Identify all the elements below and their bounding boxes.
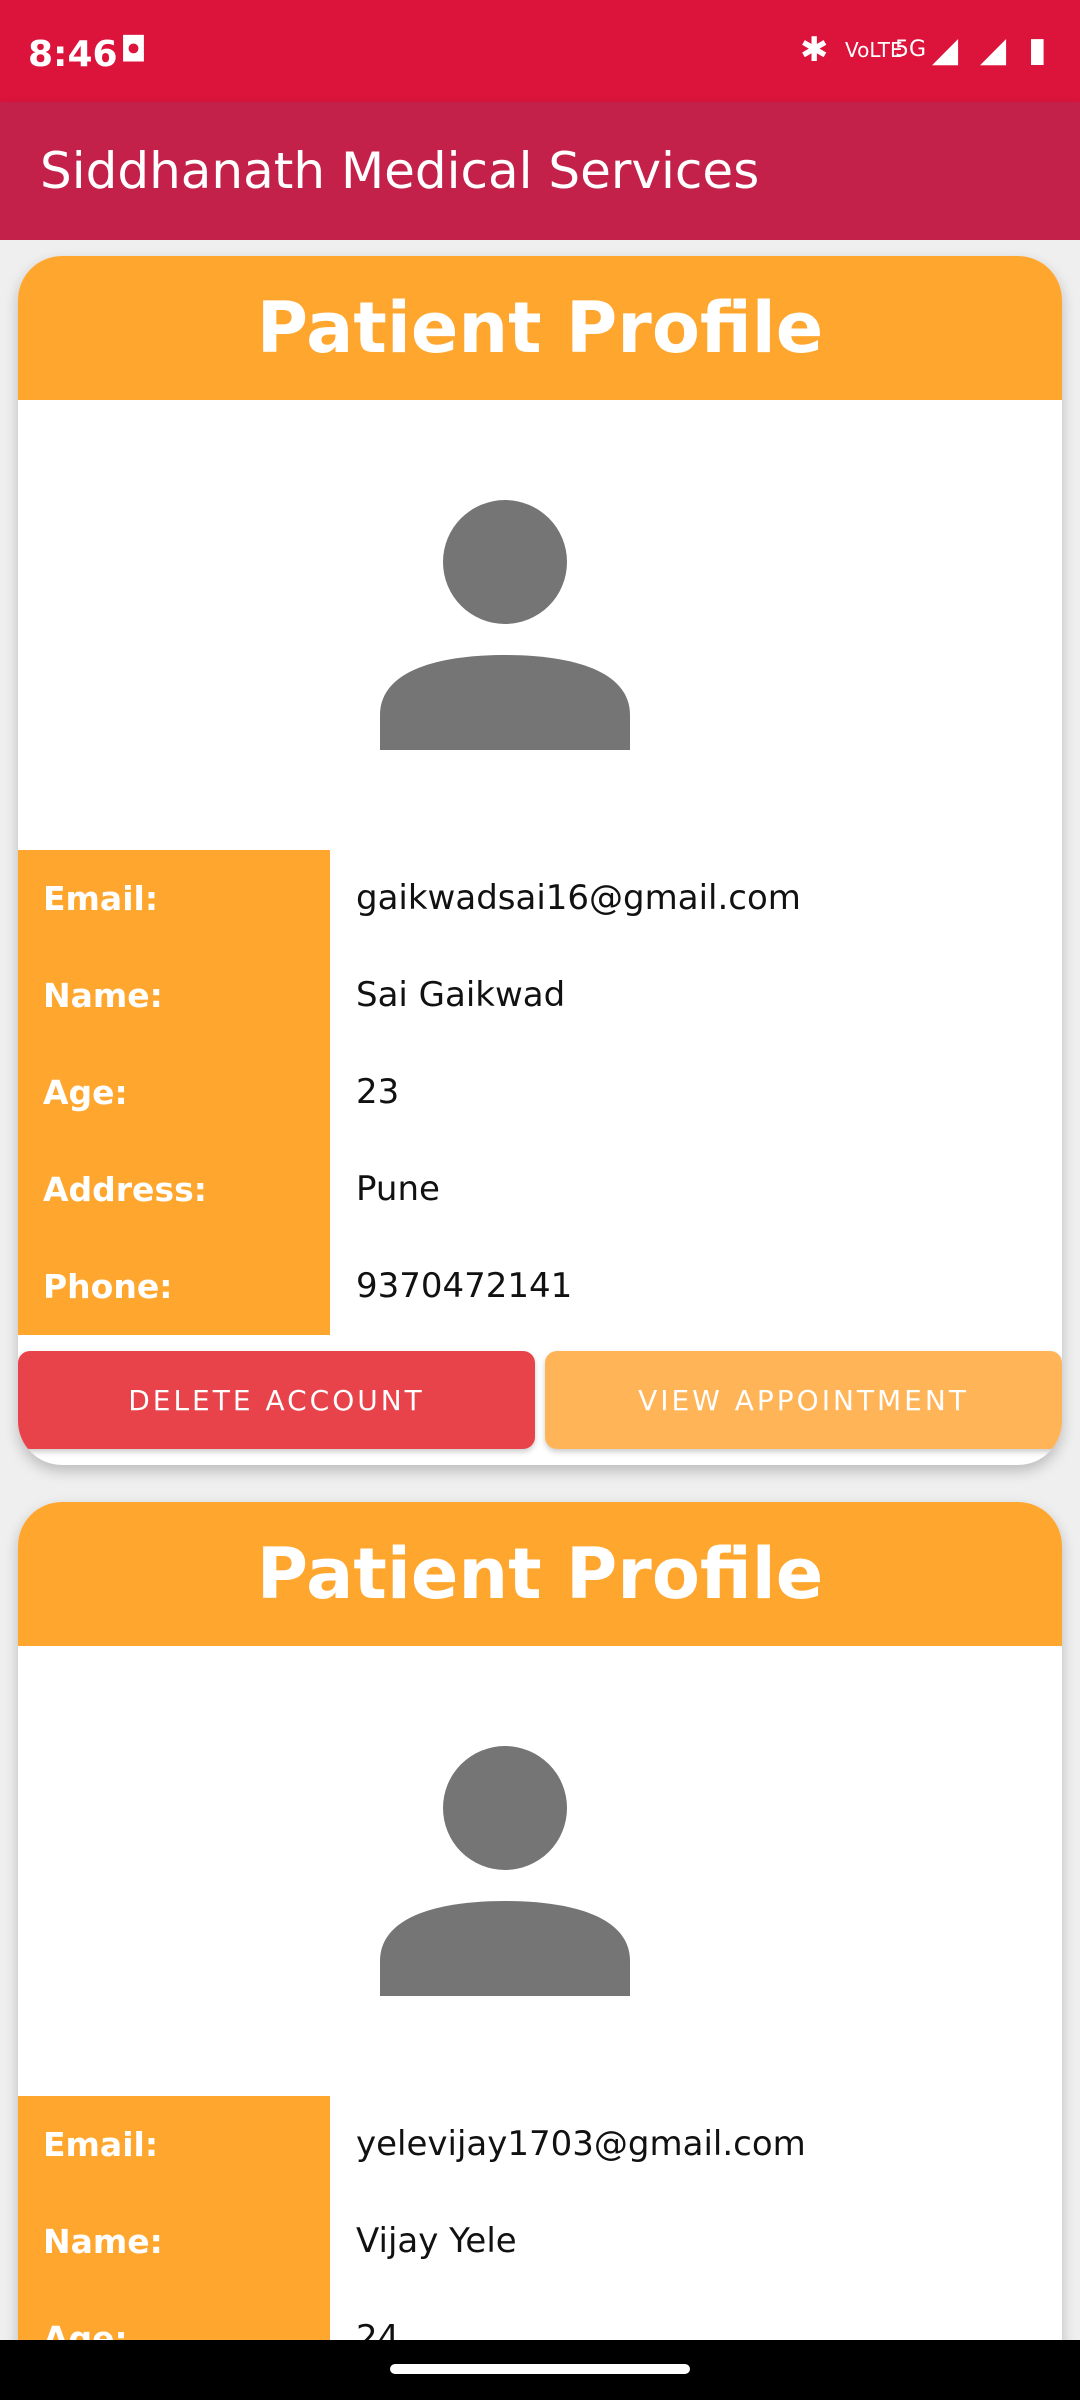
- avatar: [18, 1646, 1062, 2096]
- address-label: Address:: [18, 1141, 330, 1238]
- age-row: Age: 23: [18, 1044, 1062, 1141]
- card-header: Patient Profile: [18, 256, 1062, 400]
- phone-row: Phone: 9370472141: [18, 1238, 1062, 1335]
- name-value: Sai Gaikwad: [356, 975, 566, 1015]
- name-label: Name:: [18, 947, 330, 1044]
- person-icon: [380, 500, 630, 750]
- name-label: Name:: [18, 2193, 330, 2290]
- bluetooth-icon: ✱: [800, 30, 829, 70]
- volte-icon: VoLTE: [845, 38, 903, 62]
- age-value: 23: [356, 1072, 400, 1112]
- patient-card: Patient Profile Email: gaikwadsai16@gmai…: [18, 256, 1062, 1465]
- patient-card: Patient Profile Email: yelevijay1703@gma…: [18, 1502, 1062, 2340]
- notification-icon: ◘: [120, 30, 147, 70]
- age-label: Age:: [18, 2290, 330, 2340]
- signal-icon-1: ◢: [932, 30, 959, 70]
- address-value: Pune: [356, 1169, 440, 1209]
- signal-icon-2: ◢: [980, 30, 1007, 70]
- status-bar: 8:46 ◘ ✱ VoLTE 5G ◢ ◢ ▮: [0, 0, 1080, 102]
- phone-label: Phone:: [18, 1238, 330, 1335]
- phone-value: 9370472141: [356, 1266, 573, 1306]
- home-gesture-handle[interactable]: [390, 2364, 690, 2374]
- name-row: Name: Vijay Yele: [18, 2193, 1062, 2290]
- card-header: Patient Profile: [18, 1502, 1062, 1646]
- app-title: Siddhanath Medical Services: [40, 142, 760, 200]
- app-bar: Siddhanath Medical Services: [0, 102, 1080, 240]
- navigation-bar: [0, 2340, 1080, 2400]
- email-label: Email:: [18, 2096, 330, 2193]
- email-value: yelevijay1703@gmail.com: [356, 2124, 806, 2164]
- card-actions: DELETE ACCOUNT VIEW APPOINTMENT: [18, 1335, 1062, 1465]
- email-label: Email:: [18, 850, 330, 947]
- email-value: gaikwadsai16@gmail.com: [356, 878, 801, 918]
- delete-account-button[interactable]: DELETE ACCOUNT: [18, 1351, 535, 1449]
- name-row: Name: Sai Gaikwad: [18, 947, 1062, 1044]
- age-value: 24: [356, 2318, 400, 2340]
- age-row: Age: 24: [18, 2290, 1062, 2340]
- address-row: Address: Pune: [18, 1141, 1062, 1238]
- 5g-icon: 5G: [895, 37, 927, 62]
- battery-icon: ▮: [1028, 30, 1047, 70]
- email-row: Email: yelevijay1703@gmail.com: [18, 2096, 1062, 2193]
- name-value: Vijay Yele: [356, 2221, 517, 2261]
- status-time: 8:46: [28, 34, 118, 75]
- person-icon: [380, 1746, 630, 1996]
- avatar: [18, 400, 1062, 850]
- view-appointment-button[interactable]: VIEW APPOINTMENT: [545, 1351, 1062, 1449]
- age-label: Age:: [18, 1044, 330, 1141]
- email-row: Email: gaikwadsai16@gmail.com: [18, 850, 1062, 947]
- patient-list[interactable]: Patient Profile Email: gaikwadsai16@gmai…: [0, 240, 1080, 2340]
